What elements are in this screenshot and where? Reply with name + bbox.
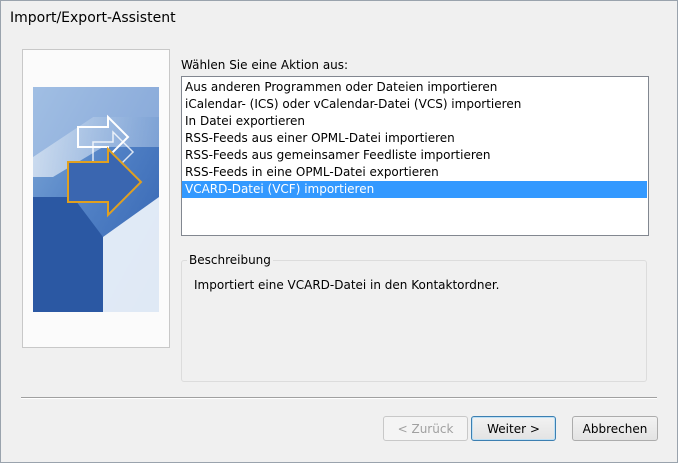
action-listbox[interactable]: Aus anderen Programmen oder Dateien impo… [181,76,649,236]
back-button[interactable]: < Zurück [383,416,468,441]
action-item-export-file[interactable]: In Datei exportieren [182,113,647,130]
window-title: Import/Export-Assistent [10,10,176,26]
button-divider [21,397,657,399]
wizard-arrows-graphic [33,87,159,312]
title-bar: Import/Export-Assistent [1,1,677,36]
description-legend: Beschreibung [187,253,273,267]
action-prompt-label: Wählen Sie eine Aktion aus: [181,58,349,72]
action-item-import-rss-opml[interactable]: RSS-Feeds aus einer OPML-Datei importier… [182,130,647,147]
action-item-import-ics-vcs[interactable]: iCalendar- (ICS) oder vCalendar-Datei (V… [182,96,647,113]
action-item-import-rss-feedlist[interactable]: RSS-Feeds aus gemeinsamer Feedliste impo… [182,147,647,164]
next-button[interactable]: Weiter > [471,416,556,441]
action-item-import-programs[interactable]: Aus anderen Programmen oder Dateien impo… [182,79,647,96]
wizard-image-panel [22,49,170,348]
action-item-export-rss-opml[interactable]: RSS-Feeds in eine OPML-Datei exportieren [182,164,647,181]
cancel-button[interactable]: Abbrechen [572,416,658,441]
dialog-window: Import/Export-Assistent Wählen Sie eine … [0,0,678,463]
action-item-import-vcard[interactable]: VCARD-Datei (VCF) importieren [182,181,647,198]
description-text: Importiert eine VCARD-Datei in den Konta… [194,278,500,292]
